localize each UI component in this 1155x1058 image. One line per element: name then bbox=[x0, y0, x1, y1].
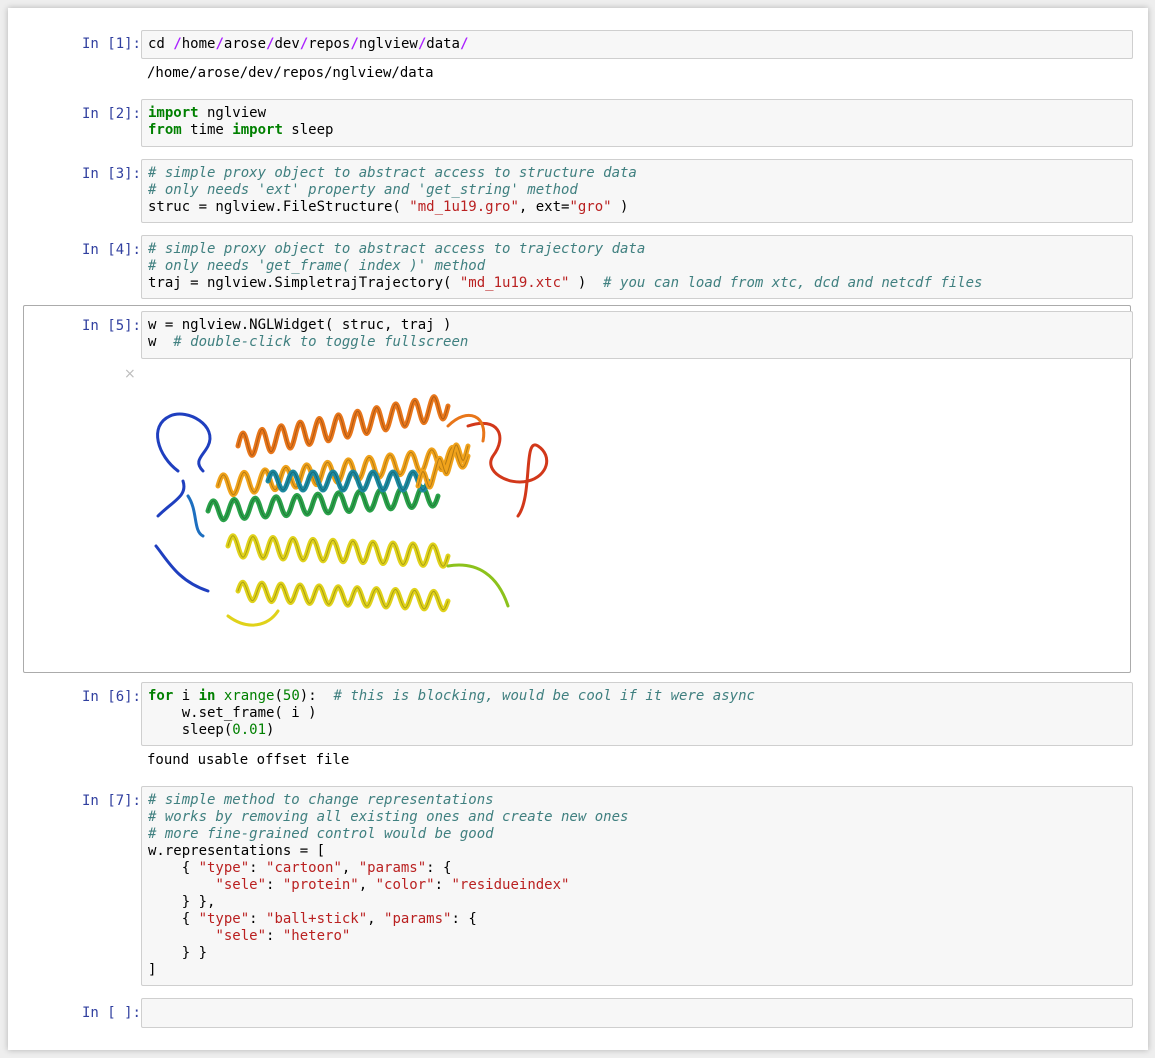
protein-segment bbox=[466, 421, 549, 518]
protein-segment bbox=[446, 413, 486, 443]
code-input[interactable] bbox=[141, 998, 1133, 1028]
protein-cartoon bbox=[154, 394, 549, 627]
code-input[interactable]: # simple method to change representation… bbox=[141, 786, 1133, 986]
code-cell-2[interactable]: In [2]: import nglview from time import … bbox=[23, 99, 1133, 147]
code-cell-4[interactable]: In [4]: # simple proxy object to abstrac… bbox=[23, 235, 1133, 299]
cell-prompt: In [5]: bbox=[81, 318, 141, 334]
cell-prompt: In [1]: bbox=[81, 36, 141, 52]
cell-prompt: In [ ]: bbox=[81, 1005, 141, 1021]
code-input[interactable]: # simple proxy object to abstract access… bbox=[141, 235, 1133, 299]
code-input[interactable]: w = nglview.NGLWidget( struc, traj ) w #… bbox=[141, 311, 1133, 359]
close-icon[interactable]: × bbox=[124, 367, 136, 381]
cell-output: found usable offset file bbox=[147, 752, 350, 768]
code-cell-1[interactable]: In [1]: cd /home/arose/dev/repos/nglview… bbox=[23, 30, 1133, 85]
code-cell-3[interactable]: In [3]: # simple proxy object to abstrac… bbox=[23, 159, 1133, 223]
code-cell-7[interactable]: In [7]: # simple method to change repres… bbox=[23, 786, 1133, 986]
cell-prompt: In [4]: bbox=[81, 242, 141, 258]
cell-prompt: In [2]: bbox=[81, 106, 141, 122]
cell-output: /home/arose/dev/repos/nglview/data bbox=[147, 65, 434, 81]
code-input[interactable]: cd /home/arose/dev/repos/nglview/data/ bbox=[141, 30, 1133, 59]
protein-segment bbox=[156, 412, 212, 473]
protein-segment bbox=[154, 479, 210, 593]
ngl-molecule-viewer[interactable] bbox=[148, 386, 558, 641]
code-cell-6[interactable]: In [6]: for i in xrange(50): # this is b… bbox=[23, 682, 1133, 782]
code-input[interactable]: import nglview from time import sleep bbox=[141, 99, 1133, 147]
cell-prompt: In [6]: bbox=[81, 689, 141, 705]
cell-prompt: In [3]: bbox=[81, 166, 141, 182]
notebook-container: In [1]: cd /home/arose/dev/repos/nglview… bbox=[8, 8, 1148, 1050]
code-input[interactable]: for i in xrange(50): # this is blocking,… bbox=[141, 682, 1133, 746]
protein-segment bbox=[446, 563, 510, 608]
code-cell-empty[interactable]: In [ ]: bbox=[23, 998, 1133, 1028]
cell-prompt: In [7]: bbox=[81, 793, 141, 809]
protein-segment bbox=[186, 494, 205, 538]
code-input[interactable]: # simple proxy object to abstract access… bbox=[141, 159, 1133, 223]
protein-segment bbox=[226, 609, 280, 627]
